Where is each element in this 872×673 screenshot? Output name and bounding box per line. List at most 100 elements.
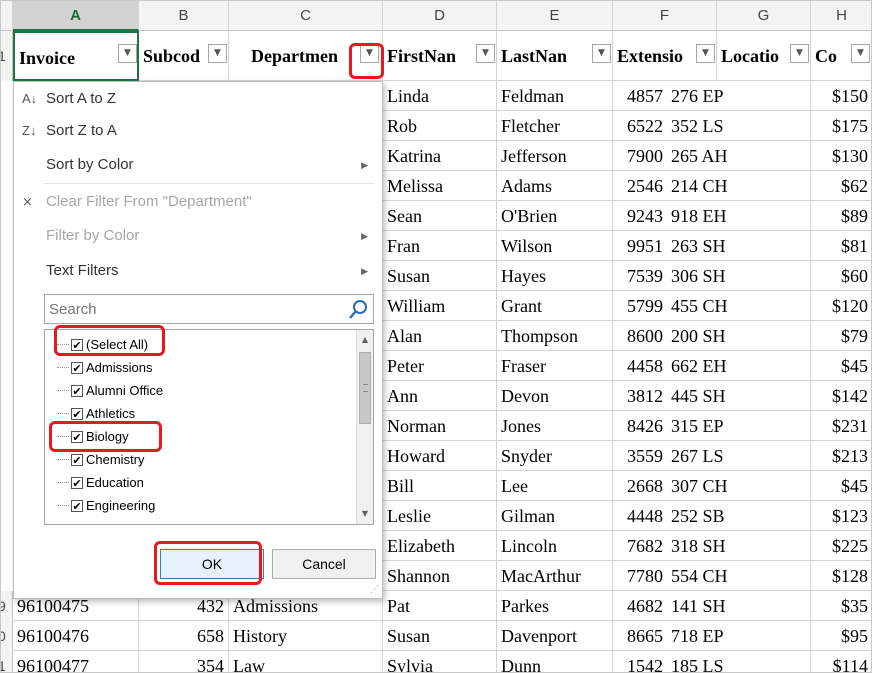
clear-filter-item[interactable]: ⨯ Clear Filter From "Department" bbox=[14, 186, 382, 218]
table-cell-cost[interactable]: $62 bbox=[811, 171, 871, 201]
table-cell-first[interactable]: Susan bbox=[383, 621, 497, 651]
table-cell-last[interactable]: Lincoln bbox=[497, 531, 613, 561]
table-cell-loc[interactable]: 214 CH bbox=[667, 171, 811, 201]
checkbox-icon[interactable]: ✔ bbox=[71, 338, 83, 351]
sort-a-to-z-item[interactable]: A↓ Sort A to Z bbox=[14, 83, 382, 115]
column-letter-g[interactable]: G bbox=[717, 1, 811, 31]
table-cell-cost[interactable]: $81 bbox=[811, 231, 871, 261]
table-cell-last[interactable]: Lee bbox=[497, 471, 613, 501]
table-cell-first[interactable]: Melissa bbox=[383, 171, 497, 201]
table-cell-last[interactable]: Dunn bbox=[497, 651, 613, 672]
row-number[interactable]: 1 bbox=[1, 31, 13, 81]
table-cell-cost[interactable]: $123 bbox=[811, 501, 871, 531]
table-cell-ext[interactable]: 4682 bbox=[613, 591, 667, 621]
table-cell-ext[interactable]: 3559 bbox=[613, 441, 667, 471]
checkbox-icon[interactable]: ✔ bbox=[71, 453, 83, 466]
table-cell-cost[interactable]: $213 bbox=[811, 441, 871, 471]
scrollbar-thumb[interactable] bbox=[359, 352, 371, 424]
filter-dropdown-button-invoice[interactable]: ▼ bbox=[118, 44, 137, 63]
table-cell-loc[interactable]: 267 LS bbox=[667, 441, 811, 471]
table-cell-loc[interactable]: 265 AH bbox=[667, 141, 811, 171]
table-cell-cost[interactable]: $150 bbox=[811, 81, 871, 111]
search-icon[interactable] bbox=[347, 299, 369, 321]
table-cell-cost[interactable]: $114 bbox=[811, 651, 871, 672]
table-cell-loc[interactable]: 455 CH bbox=[667, 291, 811, 321]
table-cell-loc[interactable]: 276 EP bbox=[667, 81, 811, 111]
column-letter-f[interactable]: F bbox=[613, 1, 717, 31]
column-letter-e[interactable]: E bbox=[497, 1, 613, 31]
table-cell-loc[interactable]: 185 LS bbox=[667, 651, 811, 672]
table-cell-ext[interactable]: 6522 bbox=[613, 111, 667, 141]
filter-value-item[interactable]: ✔ Admissions bbox=[57, 357, 152, 379]
checkbox-icon[interactable]: ✔ bbox=[71, 476, 83, 489]
table-cell-first[interactable]: Katrina bbox=[383, 141, 497, 171]
table-cell-ext[interactable]: 4458 bbox=[613, 351, 667, 381]
filter-value-item[interactable]: ✔ Education bbox=[57, 472, 144, 494]
filter-dropdown-button-location[interactable]: ▼ bbox=[790, 44, 809, 63]
table-cell-invoice[interactable]: 96100476 bbox=[13, 621, 139, 651]
filter-by-color-item[interactable]: Filter by Color ▶ bbox=[14, 220, 382, 252]
table-cell-cost[interactable]: $45 bbox=[811, 471, 871, 501]
table-cell-dept[interactable]: History bbox=[229, 621, 383, 651]
table-cell-ext[interactable]: 8665 bbox=[613, 621, 667, 651]
table-cell-first[interactable]: Susan bbox=[383, 261, 497, 291]
table-cell-loc[interactable]: 252 SB bbox=[667, 501, 811, 531]
table-cell-last[interactable]: Devon bbox=[497, 381, 613, 411]
select-all-corner[interactable] bbox=[1, 1, 13, 31]
table-cell-ext[interactable]: 2668 bbox=[613, 471, 667, 501]
filter-value-item[interactable]: ✔ Athletics bbox=[57, 403, 135, 425]
filter-dropdown-button-extension[interactable]: ▼ bbox=[696, 44, 715, 63]
table-cell-last[interactable]: MacArthur bbox=[497, 561, 613, 591]
table-cell-loc[interactable]: 306 SH bbox=[667, 261, 811, 291]
table-cell-cost[interactable]: $142 bbox=[811, 381, 871, 411]
table-cell-first[interactable]: Peter bbox=[383, 351, 497, 381]
ok-button[interactable]: OK bbox=[160, 549, 264, 579]
sort-z-to-a-item[interactable]: Z↓ Sort Z to A bbox=[14, 115, 382, 147]
table-cell-loc[interactable]: 554 CH bbox=[667, 561, 811, 591]
row-number[interactable]: 9 bbox=[1, 591, 13, 621]
table-cell-cost[interactable]: $120 bbox=[811, 291, 871, 321]
column-letter-b[interactable]: B bbox=[139, 1, 229, 31]
row-number[interactable]: 1 bbox=[1, 651, 13, 672]
table-cell-first[interactable]: Ann bbox=[383, 381, 497, 411]
table-cell-loc[interactable]: 318 SH bbox=[667, 531, 811, 561]
table-cell-ext[interactable]: 2546 bbox=[613, 171, 667, 201]
table-cell-ext[interactable]: 9951 bbox=[613, 231, 667, 261]
table-cell-last[interactable]: Wilson bbox=[497, 231, 613, 261]
table-cell-loc[interactable]: 718 EP bbox=[667, 621, 811, 651]
column-letter-a[interactable]: A bbox=[13, 1, 139, 31]
table-cell-ext[interactable]: 7900 bbox=[613, 141, 667, 171]
table-cell-loc[interactable]: 918 EH bbox=[667, 201, 811, 231]
column-letter-c[interactable]: C bbox=[229, 1, 383, 31]
table-cell-last[interactable]: Gilman bbox=[497, 501, 613, 531]
scroll-down-icon[interactable]: ▼ bbox=[357, 506, 373, 522]
table-cell-last[interactable]: Davenport bbox=[497, 621, 613, 651]
table-cell-last[interactable]: O'Brien bbox=[497, 201, 613, 231]
table-cell-loc[interactable]: 662 EH bbox=[667, 351, 811, 381]
table-cell-cost[interactable]: $95 bbox=[811, 621, 871, 651]
table-cell-cost[interactable]: $175 bbox=[811, 111, 871, 141]
table-cell-cost[interactable]: $225 bbox=[811, 531, 871, 561]
table-cell-ext[interactable]: 3812 bbox=[613, 381, 667, 411]
table-cell-last[interactable]: Snyder bbox=[497, 441, 613, 471]
table-cell-loc[interactable]: 200 SH bbox=[667, 321, 811, 351]
cancel-button[interactable]: Cancel bbox=[272, 549, 376, 579]
table-cell-ext[interactable]: 1542 bbox=[613, 651, 667, 672]
filter-value-item[interactable]: ✔ Alumni Office bbox=[57, 380, 163, 402]
filter-dropdown-button-department[interactable]: ▼ bbox=[360, 44, 379, 63]
filter-dropdown-button-lastname[interactable]: ▼ bbox=[592, 44, 611, 63]
table-cell-last[interactable]: Adams bbox=[497, 171, 613, 201]
column-letter-d[interactable]: D bbox=[383, 1, 497, 31]
table-cell-loc[interactable]: 141 SH bbox=[667, 591, 811, 621]
table-cell-first[interactable]: Fran bbox=[383, 231, 497, 261]
table-cell-ext[interactable]: 7682 bbox=[613, 531, 667, 561]
table-cell-first[interactable]: Howard bbox=[383, 441, 497, 471]
filter-value-item[interactable]: ✔ Engineering bbox=[57, 495, 155, 517]
table-cell-first[interactable]: Bill bbox=[383, 471, 497, 501]
table-cell-last[interactable]: Fletcher bbox=[497, 111, 613, 141]
checkbox-icon[interactable]: ✔ bbox=[71, 384, 83, 397]
table-cell-cost[interactable]: $35 bbox=[811, 591, 871, 621]
filter-search-box[interactable] bbox=[44, 294, 374, 324]
table-cell-ext[interactable]: 7780 bbox=[613, 561, 667, 591]
table-cell-first[interactable]: Sean bbox=[383, 201, 497, 231]
